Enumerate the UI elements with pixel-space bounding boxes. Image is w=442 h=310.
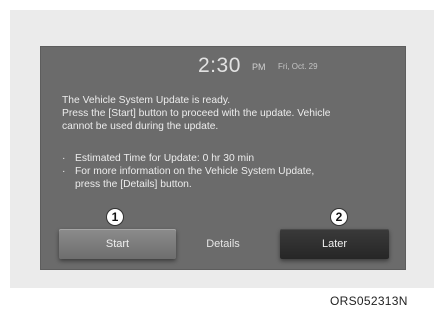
update-message: The Vehicle System Update is ready. Pres… xyxy=(62,94,402,133)
infotainment-screen: 2:30 PM Fri, Oct. 29 The Vehicle System … xyxy=(40,46,406,270)
info-item-details: · For more information on the Vehicle Sy… xyxy=(62,165,402,178)
clock-time: 2:30 xyxy=(198,54,241,77)
callout-number-1: 1 xyxy=(106,208,124,226)
bullet-marker: · xyxy=(62,166,66,177)
bullet-marker: · xyxy=(62,153,66,164)
status-date: Fri, Oct. 29 xyxy=(278,62,318,71)
start-button[interactable]: Start xyxy=(59,229,176,259)
details-button[interactable]: Details xyxy=(180,229,266,259)
update-info-list: · Estimated Time for Update: 0 hr 30 min… xyxy=(62,152,402,191)
clock-ampm: PM xyxy=(252,62,266,72)
info-item-estimated-time: · Estimated Time for Update: 0 hr 30 min xyxy=(62,152,402,165)
later-button[interactable]: Later xyxy=(280,229,389,259)
message-line: Press the [Start] button to proceed with… xyxy=(62,108,331,119)
info-text: Estimated Time for Update: 0 hr 30 min xyxy=(75,153,255,164)
details-button-label: Details xyxy=(206,238,240,250)
start-button-label: Start xyxy=(105,238,130,250)
message-line: The Vehicle System Update is ready. xyxy=(62,95,231,106)
figure-code: ORS052313N xyxy=(330,294,408,308)
later-button-label: Later xyxy=(321,238,348,250)
message-line: cannot be used during the update. xyxy=(62,121,219,132)
status-bar: 2:30 PM Fri, Oct. 29 xyxy=(40,46,406,80)
callout-number-2: 2 xyxy=(330,208,348,226)
info-text: For more information on the Vehicle Syst… xyxy=(75,166,315,177)
info-text-continued: press the [Details] button. xyxy=(75,179,192,190)
